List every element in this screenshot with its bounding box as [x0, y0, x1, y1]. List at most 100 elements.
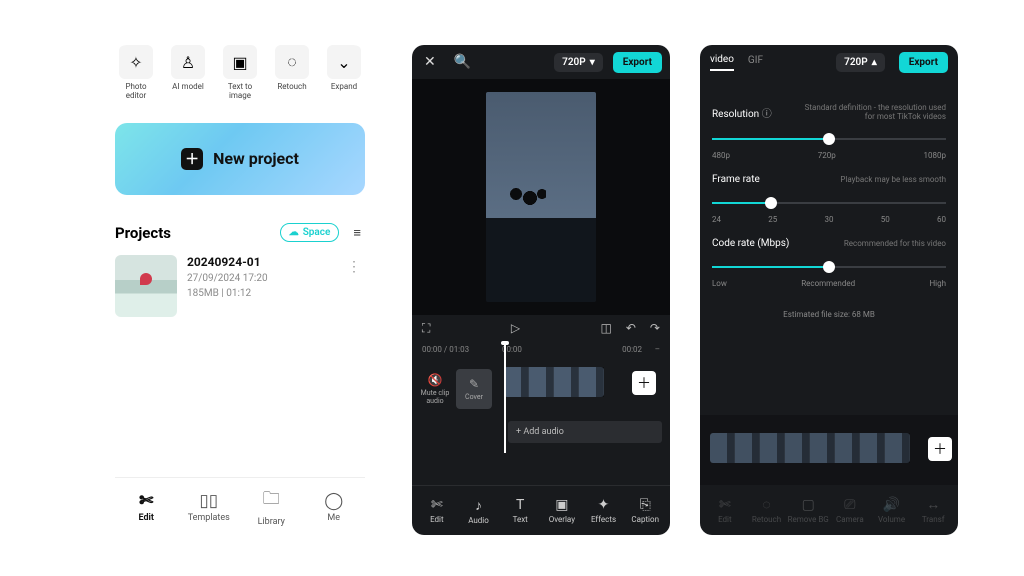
nav-overlay[interactable]: ▣Overlay: [541, 497, 583, 524]
nav-me[interactable]: ◯Me: [303, 478, 366, 535]
timeline[interactable]: 🔇Mute clip audio ✎Cover ＋: [412, 357, 670, 421]
home-tools-row: ✧ Photo editor ♙ AI model ▣ Text to image ◌…: [115, 45, 365, 101]
video-preview: [412, 79, 670, 315]
slider-thumb[interactable]: [765, 197, 777, 209]
resolution-slider[interactable]: [712, 133, 946, 145]
expand-tile[interactable]: ⌄: [327, 45, 361, 79]
music-icon: ♪: [475, 497, 482, 514]
framerate-slider[interactable]: [712, 197, 946, 209]
framerate-hint: Playback may be less smooth: [840, 175, 946, 184]
coderate-hint: Recommended for this video: [844, 239, 946, 248]
preview-frame: [486, 92, 596, 302]
project-thumbnail: [115, 255, 177, 317]
new-project-button[interactable]: ＋ New project: [115, 123, 365, 195]
close-button[interactable]: ✕: [420, 50, 440, 74]
cover-button[interactable]: ✎Cover: [456, 369, 492, 409]
scissors-icon: ✄: [139, 491, 153, 511]
resolution-title: Resolution ⓘ: [712, 105, 772, 120]
video-clip[interactable]: [504, 367, 604, 397]
tab-gif[interactable]: GIF: [748, 55, 763, 70]
pencil-icon: ✎: [469, 377, 479, 391]
nav-audio[interactable]: ♪Audio: [458, 497, 500, 525]
space-label: Space: [303, 227, 331, 238]
text-to-image-tile[interactable]: ▣: [223, 45, 257, 79]
projects-heading: Projects: [115, 224, 171, 242]
retouch-tile[interactable]: ◌: [275, 45, 309, 79]
nav-templates[interactable]: ▯▯Templates: [178, 478, 241, 535]
expand-label: Expand: [331, 83, 357, 92]
add-clip-button[interactable]: ＋: [632, 371, 656, 395]
plus-icon: ＋: [181, 148, 203, 170]
sparkle-icon: ✦: [598, 497, 610, 513]
nav-library[interactable]: 🗀Library: [240, 478, 303, 535]
playhead[interactable]: [504, 345, 506, 453]
text-to-image-label: Text to image: [219, 83, 261, 101]
home-bottom-nav: ✄Edit ▯▯Templates 🗀Library ◯Me: [115, 477, 365, 535]
resolution-hint: Standard definition - the resolution use…: [796, 103, 946, 121]
chevron-up-icon: ▴: [872, 57, 877, 68]
retouch-icon: ◌: [287, 52, 297, 72]
export-bottom-nav: ✄Edit ◌Retouch ▢Remove BG ⎚Camera 🔊Volum…: [700, 485, 958, 535]
project-meta: 185MB | 01:12: [187, 288, 268, 299]
search-button[interactable]: 🔍: [450, 50, 475, 74]
tab-video[interactable]: video: [710, 54, 734, 71]
nav-text[interactable]: TText: [499, 497, 541, 524]
redo-button[interactable]: ↷: [650, 321, 660, 335]
ai-model-label: AI model: [172, 83, 204, 92]
mute-icon: 🔇: [428, 373, 443, 387]
resolution-button[interactable]: 720P▾: [554, 53, 603, 72]
fullscreen-button[interactable]: ⛶: [422, 321, 430, 336]
editor-bottom-nav: ✄Edit ♪Audio TText ▣Overlay ✦Effects ⎘Ca…: [412, 485, 670, 535]
home-screen: ✧ Photo editor ♙ AI model ▣ Text to image ◌…: [115, 45, 365, 535]
profile-icon: ◯: [324, 491, 343, 511]
undo-button[interactable]: ↶: [626, 321, 636, 335]
photo-editor-tile[interactable]: ✧: [119, 45, 153, 79]
folder-icon: 🗀: [263, 486, 280, 515]
export-button[interactable]: Export: [613, 52, 662, 73]
cloud-icon: ☁: [289, 227, 299, 238]
info-icon[interactable]: ⓘ: [762, 109, 772, 120]
ai-model-tile[interactable]: ♙: [171, 45, 205, 79]
photo-editor-icon: ✧: [129, 53, 142, 72]
coderate-title: Code rate (Mbps): [712, 238, 789, 249]
project-more-button[interactable]: ⋮: [343, 255, 365, 279]
nav-effects[interactable]: ✦Effects: [583, 497, 625, 524]
overlay-icon: ▣: [555, 497, 568, 513]
new-project-label: New project: [213, 149, 299, 168]
resolution-button[interactable]: 720P▴: [836, 53, 885, 72]
export-button[interactable]: Export: [899, 52, 948, 73]
text-icon: T: [516, 497, 524, 513]
video-clip[interactable]: [710, 433, 910, 463]
chevron-down-icon: ▾: [590, 57, 595, 68]
project-item[interactable]: 20240924-01 27/09/2024 17:20 185MB | 01:…: [115, 255, 365, 317]
chevron-down-icon: ⌄: [337, 53, 350, 72]
retouch-label: Retouch: [277, 83, 306, 92]
add-audio-button[interactable]: + Add audio: [508, 421, 662, 443]
mute-clip-audio-button[interactable]: 🔇Mute clip audio: [420, 373, 450, 405]
coderate-slider[interactable]: [712, 261, 946, 273]
scissors-icon: ✄: [431, 497, 443, 513]
project-date: 27/09/2024 17:20: [187, 273, 268, 284]
slider-thumb[interactable]: [823, 133, 835, 145]
play-button[interactable]: ▷: [511, 321, 520, 335]
time-indicator: 00:00 / 01:03: [422, 345, 502, 354]
sort-button[interactable]: ≡: [349, 223, 365, 243]
caption-icon: ⎘: [640, 497, 651, 513]
nav-edit[interactable]: ✄Edit: [416, 497, 458, 524]
space-button[interactable]: ☁ Space: [280, 223, 340, 242]
timeline-collapse-button[interactable]: –: [642, 345, 660, 354]
export-screen: video GIF 720P▴ Export Resolution ⓘ Stan…: [700, 45, 958, 535]
nav-edit[interactable]: ✄Edit: [115, 478, 178, 535]
time-mark: 00:02: [622, 345, 642, 354]
nav-caption[interactable]: ⎘Caption: [624, 497, 666, 524]
text-to-image-icon: ▣: [232, 53, 247, 72]
add-clip-button[interactable]: ＋: [928, 437, 952, 461]
editor-screen: ✕ 🔍 720P▾ Export ⛶ ▷ ◫ ↶ ↷ 00:00 / 01:03…: [412, 45, 670, 535]
project-title: 20240924-01: [187, 255, 268, 269]
photo-editor-label: Photo editor: [115, 83, 157, 101]
ai-model-icon: ♙: [181, 53, 195, 72]
slider-thumb[interactable]: [823, 261, 835, 273]
estimated-size: Estimated file size: 68 MB: [712, 310, 946, 319]
templates-icon: ▯▯: [199, 491, 218, 511]
keyframe-button[interactable]: ◫: [601, 321, 612, 335]
